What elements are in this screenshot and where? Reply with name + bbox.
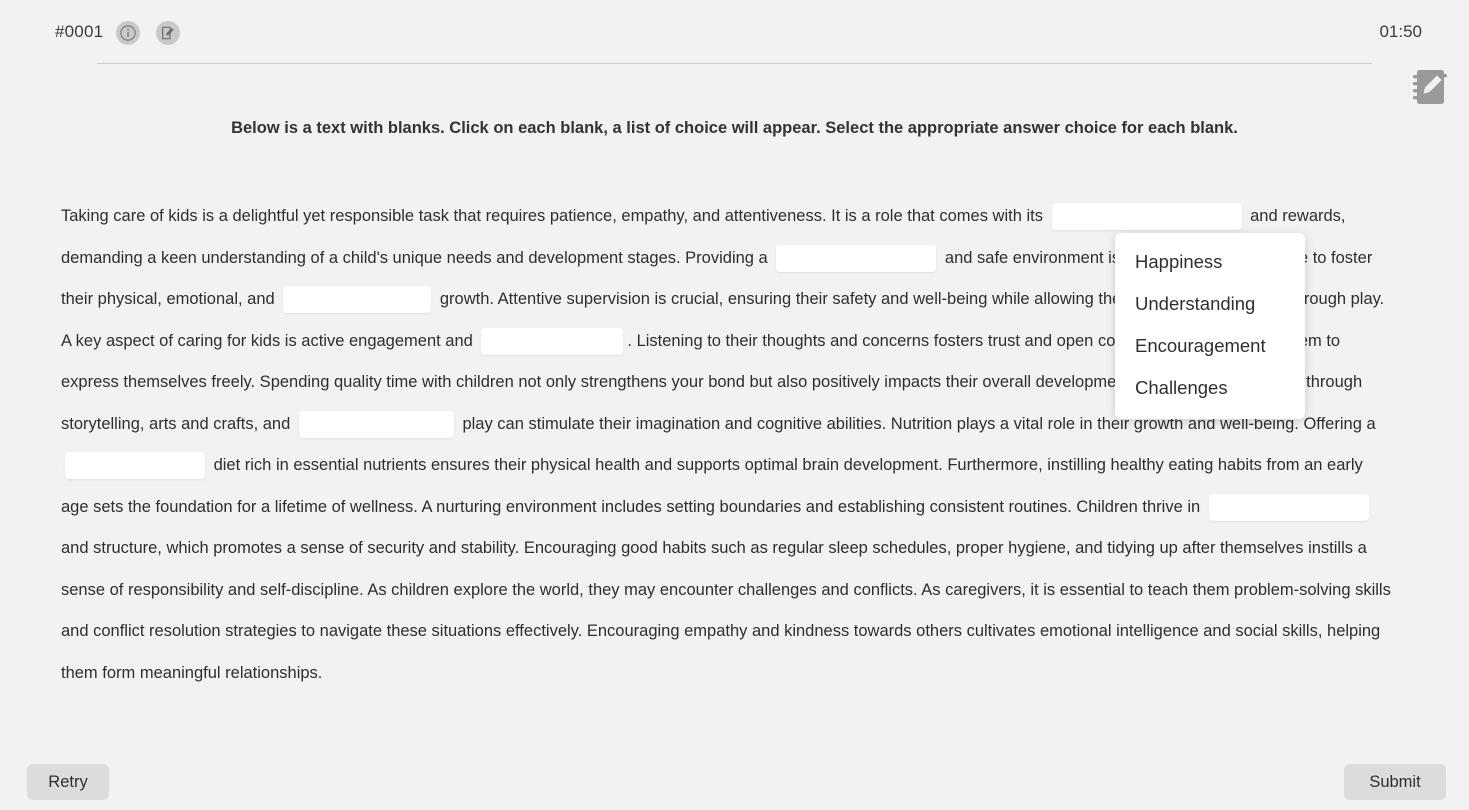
submit-button[interactable]: Submit — [1344, 764, 1446, 800]
answer-choice-dropdown: Happiness Understanding Encouragement Ch… — [1115, 233, 1305, 419]
passage-segment-8: and structure, which promotes a sense of… — [61, 539, 1391, 682]
blank-1[interactable] — [1051, 203, 1242, 231]
blank-3[interactable] — [283, 286, 432, 314]
top-bar: #0001 01:50 — [0, 0, 1469, 104]
blank-5[interactable] — [298, 410, 454, 438]
countdown-timer: 01:50 — [1379, 22, 1422, 41]
header-divider — [97, 63, 1372, 64]
dropdown-option-happiness[interactable]: Happiness — [1115, 241, 1305, 283]
dropdown-option-challenges[interactable]: Challenges — [1115, 367, 1305, 409]
blank-7[interactable] — [1208, 493, 1369, 521]
blank-2[interactable] — [776, 244, 937, 272]
notebook-pen-icon[interactable] — [1403, 63, 1457, 111]
dropdown-option-encouragement[interactable]: Encouragement — [1115, 325, 1305, 367]
passage-segment-7: diet rich in essential nutrients ensures… — [61, 456, 1363, 516]
instruction-text: Below is a text with blanks. Click on ea… — [231, 119, 1238, 137]
passage-segment-1: Taking care of kids is a delightful yet … — [61, 207, 1048, 225]
info-icon[interactable] — [116, 21, 140, 45]
question-id: #0001 — [55, 22, 104, 41]
blank-4[interactable] — [481, 327, 624, 355]
dropdown-option-understanding[interactable]: Understanding — [1115, 283, 1305, 325]
blank-6[interactable] — [65, 452, 205, 480]
retry-button[interactable]: Retry — [27, 764, 109, 800]
note-edit-icon[interactable] — [156, 21, 180, 45]
